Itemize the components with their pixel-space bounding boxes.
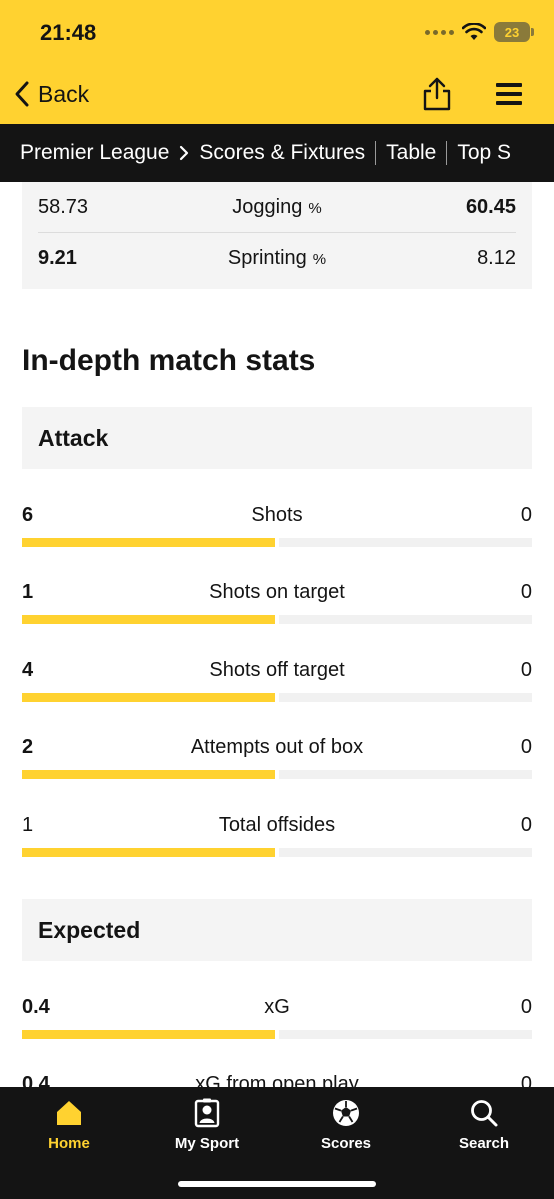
away-value: 0: [520, 735, 532, 758]
stat-row: 0.4 xG from open play 0: [22, 1069, 532, 1088]
nav-top-scorers[interactable]: Top S: [457, 141, 511, 165]
stat-label: Sprinting%: [227, 246, 327, 269]
hamburger-menu-icon: [496, 83, 522, 105]
home-bar: [22, 848, 275, 857]
home-bar: [22, 615, 275, 624]
away-bar: [279, 693, 532, 702]
stat-label: xG from open play: [195, 1072, 359, 1088]
group-header-expected: Expected: [22, 899, 532, 961]
home-value: 58.73: [38, 195, 89, 218]
home-bar: [22, 770, 275, 779]
app-header: Back: [0, 64, 554, 124]
home-value: 0.4: [22, 1072, 50, 1088]
away-value: 0: [520, 995, 532, 1018]
match-stats-content[interactable]: 58.73 Jogging% 60.45 9.21 Sprinting% 8.1…: [0, 182, 554, 1087]
running-stat-row: 9.21 Sprinting% 8.12: [38, 233, 516, 283]
nav-scores-fixtures[interactable]: Scores & Fixtures: [199, 141, 365, 165]
share-icon: [423, 77, 451, 111]
away-value: 8.12: [477, 246, 516, 269]
away-value: 0: [520, 503, 532, 526]
home-icon: [57, 1101, 81, 1125]
unit-label: %: [312, 250, 327, 268]
home-value: 9.21: [38, 246, 77, 269]
wifi-icon: [462, 23, 486, 40]
stat-label: Attempts out of box: [190, 735, 364, 758]
away-bar: [279, 770, 532, 779]
status-bar: 21:48 23: [0, 0, 554, 64]
away-bar: [279, 538, 532, 547]
battery-level: 23: [504, 24, 520, 40]
away-bar: [279, 848, 532, 857]
stat-comparison-bar: [22, 770, 532, 779]
battery-icon: 23: [494, 22, 534, 42]
chevron-right-icon: [179, 145, 189, 161]
home-value: 0.4: [22, 995, 50, 1018]
cellular-signal-icon: [425, 29, 454, 35]
away-value: 60.45: [465, 195, 516, 218]
away-value: 0: [520, 658, 532, 681]
stat-comparison-bar: [22, 538, 532, 547]
home-bar: [22, 1030, 275, 1039]
sport-nav-bar: Premier League Scores & Fixtures Table T…: [0, 124, 554, 182]
back-button[interactable]: Back: [14, 76, 89, 112]
nav-table[interactable]: Table: [386, 141, 436, 165]
away-value: 0: [520, 580, 532, 603]
stat-row: 1 Total offsides 0: [22, 810, 532, 860]
nav-divider: [446, 141, 448, 165]
tab-home[interactable]: Home: [14, 1097, 124, 1161]
tab-label: My Sport: [174, 1135, 240, 1152]
section-title: In-depth match stats: [22, 344, 316, 377]
running-stats-card: 58.73 Jogging% 60.45 9.21 Sprinting% 8.1…: [22, 182, 532, 289]
stat-row: 1 Shots on target 0: [22, 577, 532, 627]
away-value: 0: [520, 813, 532, 836]
bottom-tab-bar: Home My Sport Scores Search: [0, 1087, 554, 1199]
home-value: 6: [22, 503, 34, 526]
tab-label: Search: [458, 1135, 510, 1152]
stat-row: 4 Shots off target 0: [22, 655, 532, 705]
home-value: 1: [22, 813, 34, 836]
stat-comparison-bar: [22, 693, 532, 702]
tab-label: Scores: [320, 1135, 372, 1152]
home-value: 1: [22, 580, 34, 603]
stat-row: 2 Attempts out of box 0: [22, 732, 532, 782]
unit-label: %: [308, 199, 322, 217]
nav-premier-league[interactable]: Premier League: [20, 141, 169, 165]
stat-label: xG: [264, 995, 290, 1018]
chevron-left-icon: [15, 81, 29, 107]
football-icon: [333, 1100, 359, 1126]
stat-label: Shots: [251, 503, 303, 526]
my-sport-icon: [194, 1098, 220, 1128]
back-label: Back: [38, 80, 90, 107]
stat-row: 0.4 xG 0: [22, 992, 532, 1042]
home-indicator: [178, 1181, 376, 1187]
tab-search[interactable]: Search: [429, 1097, 539, 1161]
stat-comparison-bar: [22, 615, 532, 624]
tab-scores[interactable]: Scores: [291, 1097, 401, 1161]
tab-label: Home: [48, 1135, 90, 1152]
stat-label: Shots on target: [209, 580, 345, 603]
stat-label: Shots off target: [209, 658, 345, 681]
home-value: 4: [22, 658, 34, 681]
stat-label: Total offsides: [218, 813, 336, 836]
running-stat-row: 58.73 Jogging% 60.45: [38, 182, 516, 232]
stat-comparison-bar: [22, 1030, 532, 1039]
stat-label: Jogging%: [232, 195, 322, 218]
home-bar: [22, 693, 275, 702]
home-value: 2: [22, 735, 34, 758]
stat-comparison-bar: [22, 848, 532, 857]
status-icons: 23: [425, 22, 534, 42]
away-value: 0: [520, 1072, 532, 1088]
search-icon: [471, 1100, 498, 1127]
status-time: 21:48: [40, 20, 97, 45]
tab-my-sport[interactable]: My Sport: [152, 1097, 262, 1161]
menu-button[interactable]: [494, 80, 528, 110]
away-bar: [279, 1030, 532, 1039]
group-header-attack: Attack: [22, 407, 532, 469]
home-bar: [22, 538, 275, 547]
away-bar: [279, 615, 532, 624]
nav-divider: [375, 141, 377, 165]
stat-row: 6 Shots 0: [22, 500, 532, 550]
share-button[interactable]: [420, 76, 454, 112]
